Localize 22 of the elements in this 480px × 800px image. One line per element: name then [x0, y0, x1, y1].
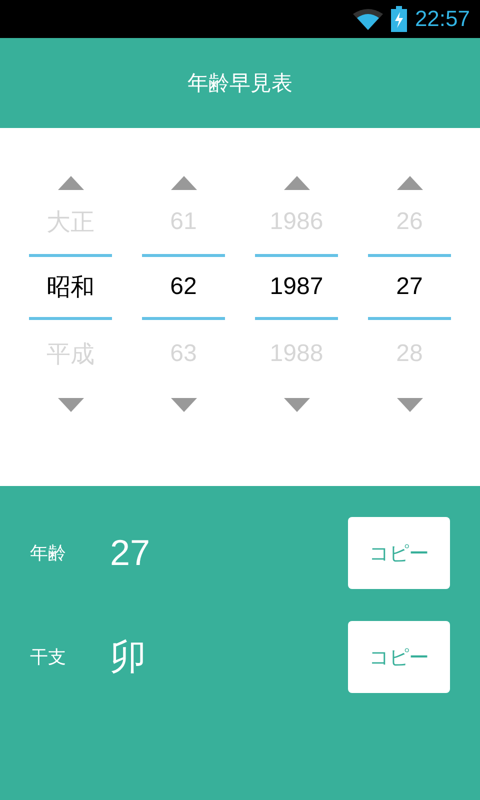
- up-arrow-icon[interactable]: [170, 176, 196, 190]
- wifi-icon: [352, 8, 383, 30]
- down-arrow-icon[interactable]: [170, 398, 196, 412]
- up-arrow-icon[interactable]: [396, 176, 422, 190]
- up-arrow-icon[interactable]: [58, 176, 84, 190]
- result-value: 卯: [110, 634, 147, 678]
- result-label: 干支: [30, 646, 67, 669]
- result-label: 年齢: [30, 542, 67, 565]
- down-arrow-icon[interactable]: [284, 398, 310, 412]
- down-arrow-icon[interactable]: [58, 398, 84, 412]
- selected-value[interactable]: 62: [142, 254, 225, 320]
- app-title: 年齢早見表: [188, 70, 292, 97]
- up-arrow-icon[interactable]: [284, 176, 310, 190]
- result-value: 27: [110, 532, 152, 574]
- down-arrow-icon[interactable]: [396, 398, 422, 412]
- selected-value[interactable]: 昭和: [29, 254, 112, 320]
- copy-button[interactable]: コピー: [348, 517, 450, 589]
- status-time: 22:57: [414, 6, 470, 32]
- selected-value[interactable]: 27: [368, 254, 451, 320]
- battery-charging-icon: [390, 6, 407, 32]
- copy-button[interactable]: コピー: [348, 621, 450, 693]
- selected-value[interactable]: 1987: [255, 254, 338, 320]
